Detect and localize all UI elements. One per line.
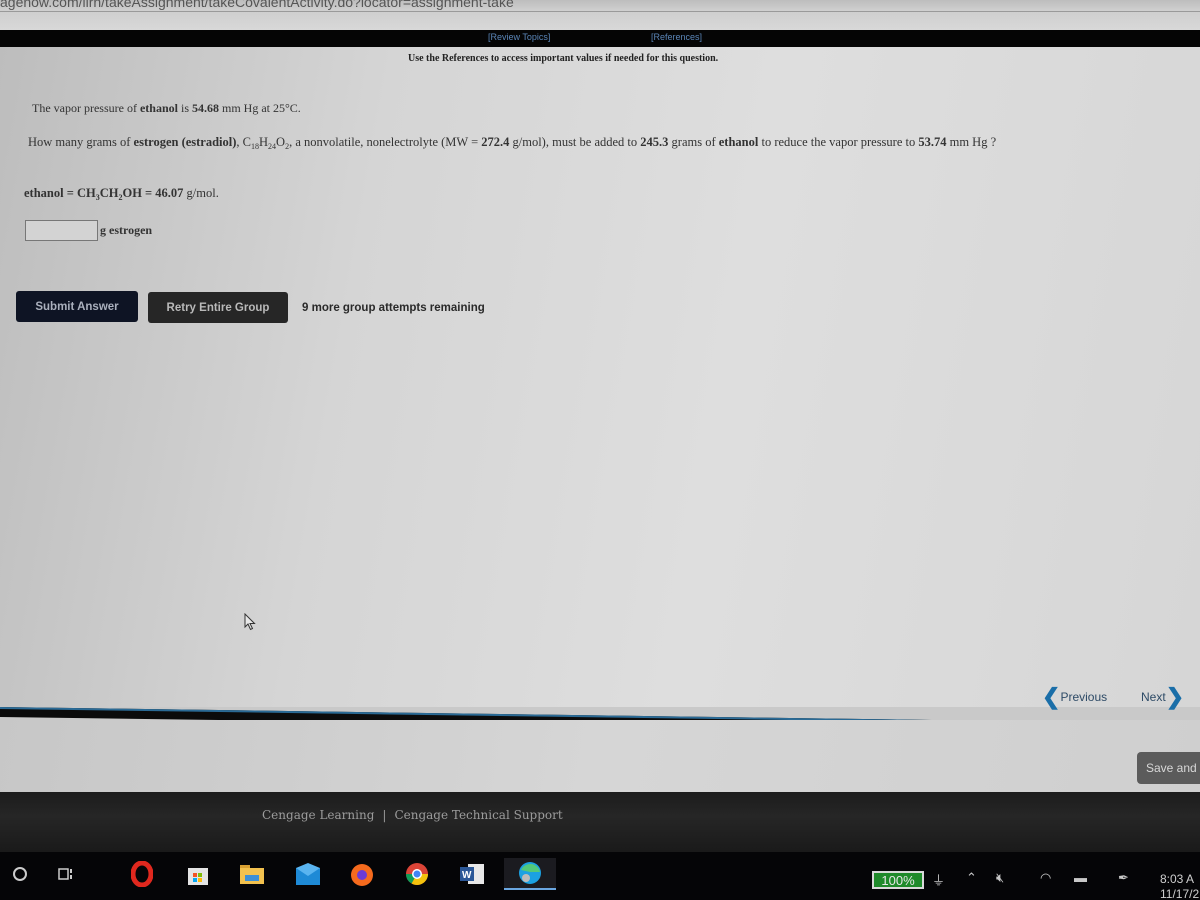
question-vapor-pressure: The vapor pressure of ethanol is 54.68 m… [32,101,301,116]
text: grams of [668,135,719,149]
footer-separator: | [382,808,387,822]
lower-panel [0,720,1200,792]
keyboard-icon[interactable]: ▬ [1074,870,1087,885]
edge-icon [519,862,541,884]
mouse-cursor-icon [244,613,256,631]
clock-time: 8:03 A [1160,872,1195,886]
text: g/mol), must be added to [509,135,641,149]
taskbar-mail[interactable] [292,858,324,890]
text: mm Hg at 25°C. [219,101,301,115]
svg-text:W: W [462,870,472,881]
element: H [259,135,269,149]
text: CH [99,186,119,200]
folder-icon [240,865,264,884]
mail-icon [296,863,320,885]
chrome-icon [406,863,428,885]
save-and-exit-button[interactable]: Save and [1137,752,1200,784]
substance: ethanol [139,101,178,115]
url-text[interactable]: agenow.com/ilrn/takeAssignment/takeCoval… [0,0,514,10]
cengage-learning-link[interactable]: Cengage Learning [262,808,374,822]
molecular-formula: C18H24O2 [242,135,289,151]
solute-name: estrogen (estradiol) [133,135,237,149]
answer-input[interactable] [25,220,98,241]
taskbar-word[interactable]: W [456,858,488,890]
answer-row: g estrogen [25,220,152,241]
technical-support-link[interactable]: Cengage Technical Support [394,808,562,822]
text: , a nonvolatile, nonelectrolyte (MW = [289,135,482,149]
text: How many grams of [28,135,134,149]
text: mm Hg ? [946,135,997,149]
taskbar-search[interactable] [4,858,36,890]
text: OH = 46.07 [122,186,184,200]
taskbar-edge[interactable] [504,858,556,890]
text: ethanol = CH [24,186,96,200]
solvent-mass: 245.3 [640,135,669,149]
text: The vapor pressure of [32,101,140,115]
cortana-icon [13,867,27,881]
attempts-remaining: 9 more group attempts remaining [302,302,485,314]
reference-bar: [Review Topics] [References] [0,30,1200,47]
answer-unit: g estrogen [100,223,153,237]
taskbar-task-view[interactable] [50,858,82,890]
browser-strip [0,12,1200,30]
firefox-icon [351,864,373,886]
clock-date: 11/17/2 [1160,887,1200,900]
element: O [276,135,286,149]
taskbar-opera[interactable] [126,858,158,890]
text: is [177,101,192,115]
battery-indicator[interactable]: 100% [872,871,924,889]
address-bar[interactable]: agenow.com/ilrn/takeAssignment/takeCoval… [0,0,1200,12]
references-link[interactable]: [References] [651,32,702,42]
subscript: 24 [268,142,277,151]
next-label: Next [1141,690,1166,704]
review-topics-link[interactable]: [Review Topics] [488,32,550,42]
question-prompt: How many grams of estrogen (estradiol) , … [28,134,1178,155]
pressure-value: 54.68 [192,101,219,115]
footer-links: Cengage Learning | Cengage Technical Sup… [262,808,563,822]
footer: Cengage Learning | Cengage Technical Sup… [0,792,1200,852]
retry-group-button[interactable]: Retry Entire Group [148,292,288,323]
chevron-up-icon[interactable]: ⌃ [966,870,977,886]
taskbar-store[interactable] [182,858,214,890]
references-note: Use the References to access important v… [408,53,719,64]
volume-muted-icon[interactable]: 🔇︎ [996,870,1004,886]
taskbar-chrome[interactable] [401,858,433,890]
question-page: Use the References to access important v… [0,47,1200,709]
chevron-left-icon: ❮ [1042,684,1061,709]
molar-mass: 272.4 [481,135,510,149]
word-icon: W [460,864,484,884]
power-plug-icon[interactable]: ⏚ [932,870,945,889]
previous-label: Previous [1060,690,1108,704]
pen-icon[interactable]: ✒ [1118,870,1129,886]
taskbar: W 100% ⏚ ⌃ 🔇︎ ◠ ▬ ✒ 8:03 A 11/17/2 [0,852,1200,900]
text: to reduce the vapor pressure to [758,135,919,149]
subscript: 18 [251,142,260,151]
opera-icon [131,861,153,887]
system-clock[interactable]: 8:03 A 11/17/2 [1160,872,1199,900]
unit: g/mol. [183,186,219,200]
submit-answer-button[interactable]: Submit Answer [16,291,138,322]
chevron-right-icon: ❯ [1165,684,1185,709]
element: C [242,135,252,149]
taskbar-firefox[interactable] [346,858,378,890]
task-view-icon [58,868,72,880]
solvent-name: ethanol [718,135,759,149]
taskbar-file-explorer[interactable] [236,858,268,890]
store-icon [188,868,208,885]
previous-button[interactable]: ❮ Previous [1042,684,1108,709]
wifi-icon[interactable]: ◠ [1040,870,1051,886]
next-button[interactable]: Next ❯ [1141,684,1185,709]
ethanol-molar-mass: ethanol = CH3CH2OH = 46.07 g/mol. [24,186,219,202]
target-pressure: 53.74 [918,135,947,149]
